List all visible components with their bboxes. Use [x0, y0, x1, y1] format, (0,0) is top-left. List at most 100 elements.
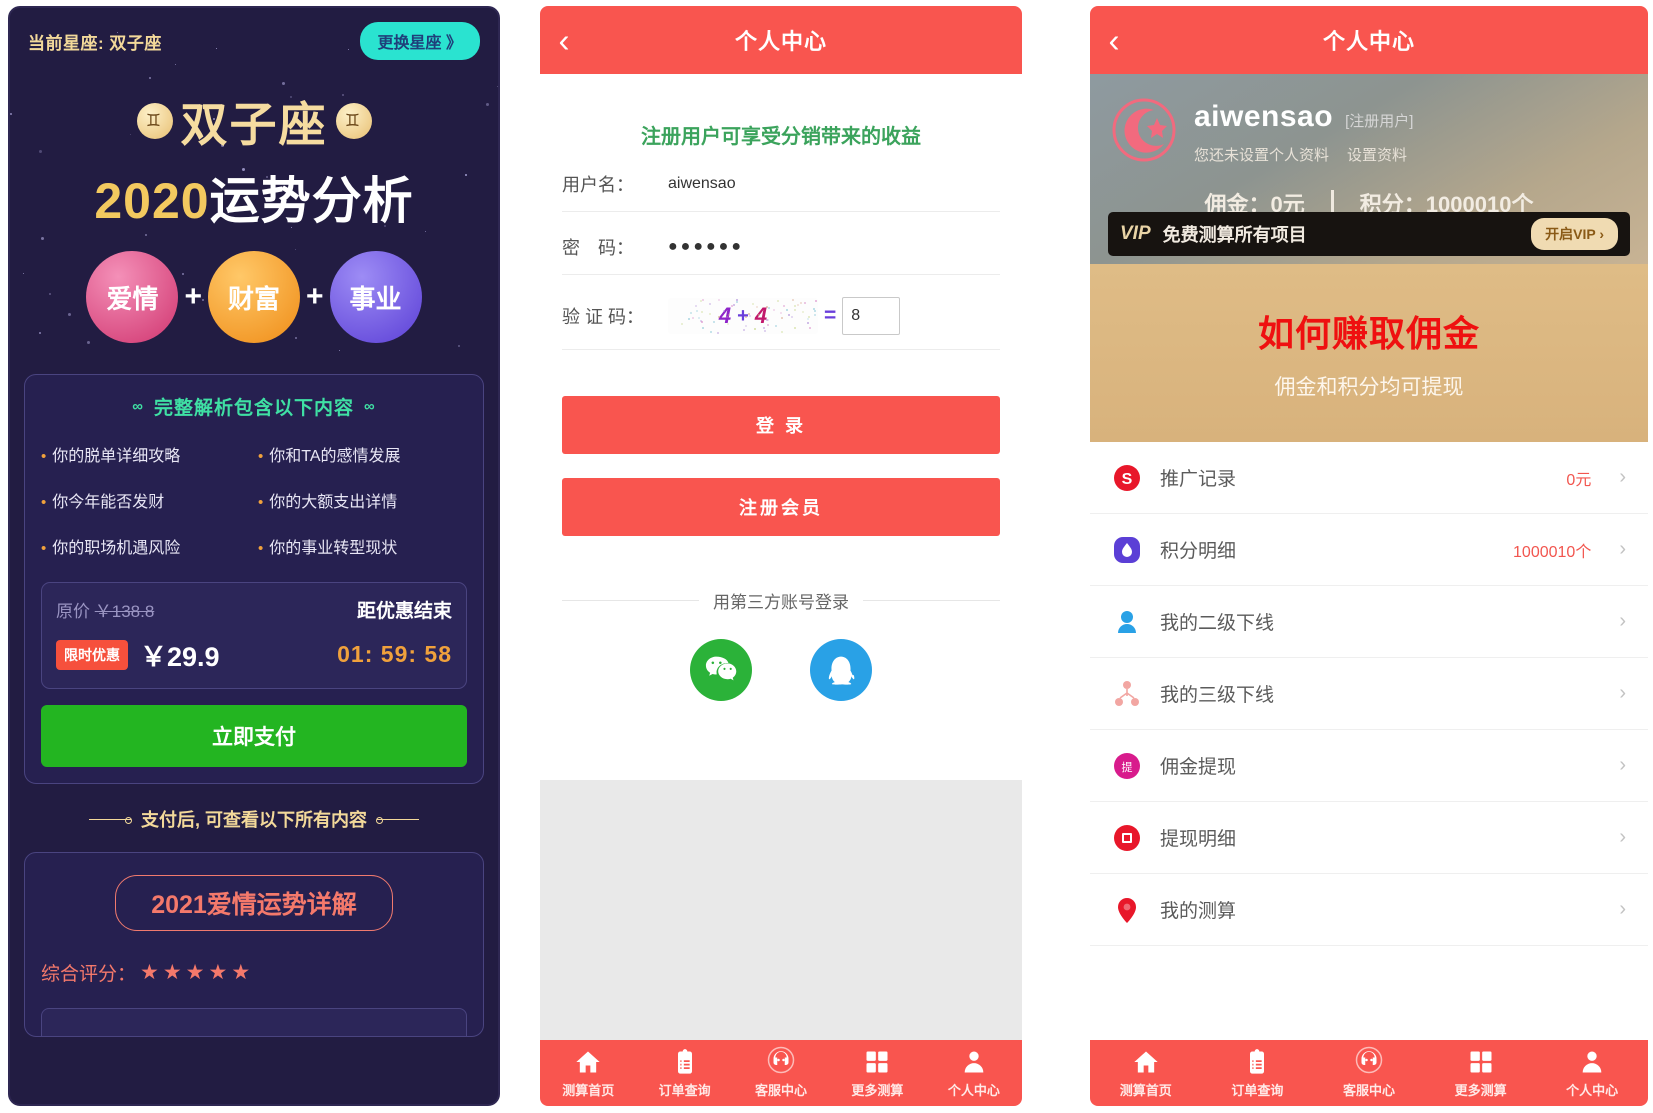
svg-text:提: 提	[1122, 761, 1133, 774]
user-menu-list: S 推广记录 0元 › 积分明细 1000010个 › 我的二级下线 › 我的三…	[1090, 442, 1648, 946]
tab-orders[interactable]: 订单查询	[1202, 1047, 1314, 1106]
qq-login-button[interactable]	[810, 639, 872, 701]
back-icon[interactable]: ‹	[1090, 24, 1138, 57]
limited-offer-badge: 限时优惠	[56, 639, 128, 670]
score-stars: ★★★★★	[140, 961, 255, 984]
chevron-right-icon: ›	[1619, 682, 1626, 704]
deco-left-icon: ∞	[132, 398, 144, 415]
love-forecast-title: 2021爱情运势详解	[115, 875, 393, 931]
menu-item-commission-withdraw[interactable]: 提 佣金提现 ›	[1090, 730, 1648, 802]
tab-orders[interactable]: 订单查询	[636, 1047, 732, 1106]
wechat-icon	[705, 656, 737, 681]
captcha-answer-input[interactable]	[842, 297, 901, 335]
detail-preview-card: 2021爱情运势详解 综合评分： ★★★★★	[24, 852, 484, 1037]
menu-item-withdraw-detail[interactable]: 提现明细 ›	[1090, 802, 1648, 874]
profile-hero: aiwensao [注册用户] 您还未设置个人资料 设置资料 佣金：0元 积分：…	[1090, 74, 1648, 264]
withdraw-icon: 提	[1112, 751, 1142, 781]
back-icon[interactable]: ‹	[540, 24, 588, 57]
feature-label: 你和TA的感情发展	[269, 448, 401, 465]
user-tag-badge: [注册用户]	[1345, 113, 1414, 130]
category-orbs: 爱情 + 财富 + 事业	[28, 251, 480, 343]
password-input[interactable]: ●●●●●●	[668, 238, 744, 256]
register-button[interactable]: 注册会员	[562, 478, 1000, 536]
tab-label: 客服中心	[1342, 1083, 1395, 1098]
qq-icon	[828, 656, 855, 685]
menu-item-my-readings[interactable]: 我的测算 ›	[1090, 874, 1648, 946]
gemini-glyph-icon-left: ♊	[136, 102, 173, 139]
tab-home[interactable]: 测算首页	[1090, 1047, 1202, 1106]
captcha-image[interactable]: 4 + 4	[668, 298, 818, 334]
open-vip-button[interactable]: 开启VIP ›	[1531, 218, 1618, 250]
clipboard-icon	[670, 1047, 700, 1077]
menu-value: 1000010个	[1513, 543, 1592, 561]
tab-home[interactable]: 测算首页	[540, 1047, 636, 1106]
tab-label: 更多测算	[1454, 1083, 1507, 1098]
package-card: ∞ 完整解析包含以下内容 ∞ • 你的脱单详细攻略 • 你和TA的感情发展 • 你今年…	[24, 374, 484, 784]
tab-profile[interactable]: 个人中心	[926, 1047, 1022, 1106]
tab-support[interactable]: 客服中心	[733, 1045, 829, 1106]
captcha-group: 4 + 4 =	[668, 297, 901, 335]
tab-profile[interactable]: 个人中心	[1536, 1047, 1648, 1106]
after-pay-note: 支付后, 可查看以下所有内容	[140, 810, 367, 830]
social-login-row	[562, 639, 1000, 701]
bullet-icon: •	[258, 448, 264, 465]
password-label: 密 码：	[562, 238, 634, 258]
tab-label: 更多测算	[851, 1083, 904, 1098]
year-forecast-title: 2020运势分析	[28, 161, 480, 233]
menu-label: 积分明细	[1160, 541, 1237, 562]
bullet-icon: •	[41, 494, 47, 511]
captcha-num1: 4	[718, 303, 732, 328]
login-button[interactable]: 登 录	[562, 396, 1000, 454]
chevron-right-icon: ›	[1619, 610, 1626, 632]
package-header: ∞ 完整解析包含以下内容 ∞	[41, 393, 467, 420]
menu-item-points-detail[interactable]: 积分明细 1000010个 ›	[1090, 514, 1648, 586]
vip-description: 免费测算所有项目	[1162, 225, 1307, 245]
change-sign-button[interactable]: 更换星座 》	[359, 22, 480, 60]
user-page-title: 个人中心	[1322, 29, 1415, 54]
feature-item: • 你的大额支出详情	[258, 488, 467, 512]
username-input[interactable]: aiwensao	[668, 175, 736, 193]
person-level2-icon	[1112, 607, 1142, 637]
tab-support[interactable]: 客服中心	[1313, 1045, 1425, 1106]
menu-item-level3-downline[interactable]: 我的三级下线 ›	[1090, 658, 1648, 730]
menu-item-promotion-records[interactable]: S 推广记录 0元 ›	[1090, 442, 1648, 514]
score-label: 综合评分：	[41, 964, 137, 985]
pay-now-button[interactable]: 立即支付	[41, 705, 467, 767]
commission-promo-title: 如何赚取佣金	[1257, 313, 1480, 354]
forecast-year-suffix: 运势分析	[209, 173, 414, 229]
promo-text: 注册用户可享受分销带来的收益	[641, 126, 921, 148]
captcha-label: 验 证 码：	[562, 307, 645, 327]
horoscope-panel: 当前星座: 双子座 更换星座 》 ♊ 双子座 ♊ 2020运势分析 爱情 + 财…	[8, 6, 500, 1106]
wechat-login-button[interactable]	[690, 639, 752, 701]
divider-line-right	[863, 600, 1000, 601]
tab-label: 订单查询	[1231, 1083, 1284, 1098]
person-icon	[959, 1047, 989, 1077]
avatar[interactable]	[1110, 96, 1178, 164]
menu-label: 佣金提现	[1160, 757, 1237, 778]
profile-top: aiwensao [注册用户] 您还未设置个人资料 设置资料	[1110, 96, 1628, 165]
thirdparty-divider: 用第三方账号登录	[562, 588, 1000, 613]
captcha-num2: 4	[754, 303, 768, 328]
chevron-right-icon: ›	[1619, 754, 1626, 776]
tab-more[interactable]: 更多测算	[1425, 1047, 1537, 1106]
set-profile-link[interactable]: 设置资料	[1347, 144, 1407, 165]
person-icon	[1577, 1047, 1607, 1077]
price-box: 原价 ￥138.8 距优惠结束 限时优惠 ￥29.9 01: 59: 58	[41, 582, 467, 689]
home-icon	[573, 1047, 603, 1077]
menu-label: 我的三级下线	[1160, 685, 1275, 706]
menu-item-level2-downline[interactable]: 我的二级下线 ›	[1090, 586, 1648, 658]
forecast-year: 2020	[94, 173, 210, 229]
commission-promo-banner[interactable]: 如何赚取佣金 佣金和积分均可提现	[1090, 264, 1648, 442]
price-row-original: 原价 ￥138.8 距优惠结束	[56, 596, 452, 623]
menu-label: 推广记录	[1160, 469, 1237, 490]
vip-banner[interactable]: VIP 免费测算所有项目 开启VIP ›	[1108, 212, 1630, 256]
detail-placeholder-block	[41, 1008, 467, 1036]
orb-career: 事业	[329, 251, 422, 343]
user-tabbar: 测算首页 订单查询 客服中心 更多测算 个人中心	[1090, 1040, 1648, 1106]
username-label: 用户名：	[562, 175, 634, 195]
user-topbar: ‹ 个人中心	[1090, 6, 1648, 74]
overall-score-row: 综合评分： ★★★★★	[41, 959, 467, 986]
sign-title: ♊ 双子座 ♊	[28, 86, 480, 155]
orb-wealth: 财富	[208, 251, 300, 343]
tab-more[interactable]: 更多测算	[829, 1047, 925, 1106]
